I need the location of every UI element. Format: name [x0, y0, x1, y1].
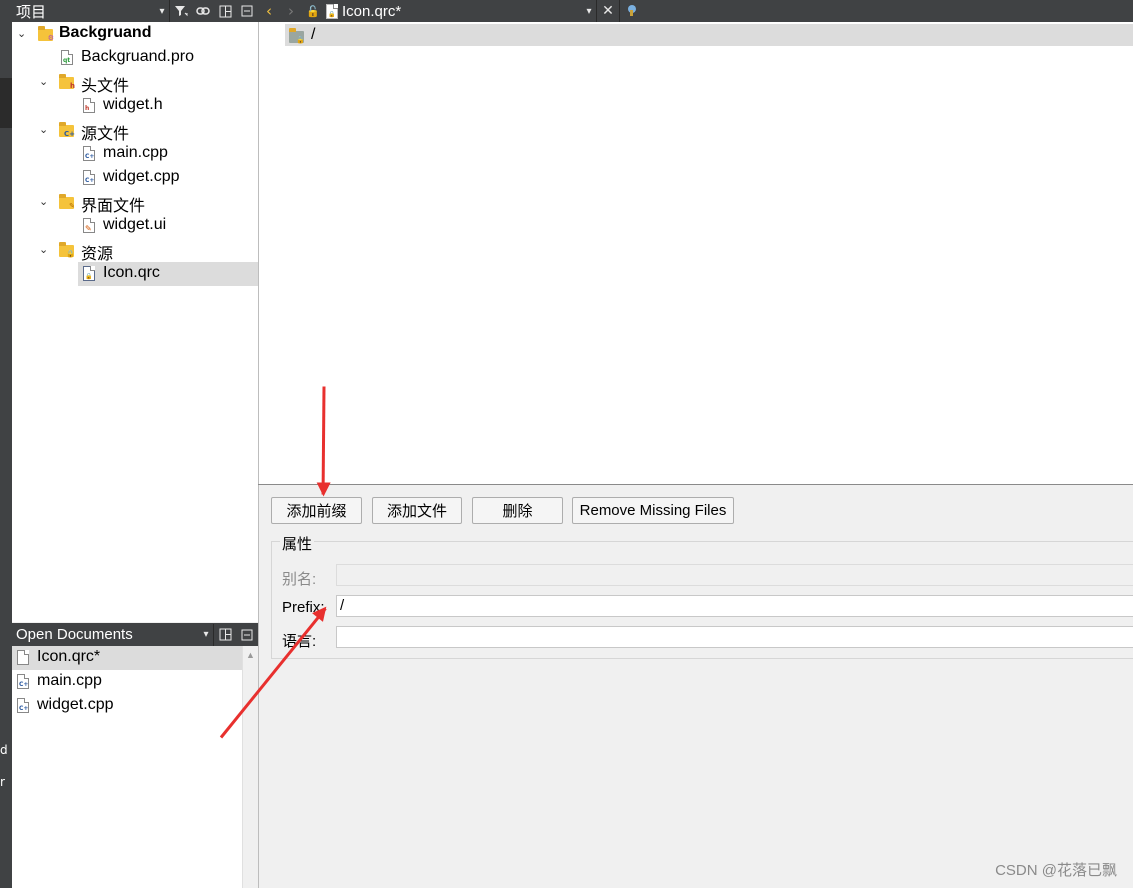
- tree-item-file[interactable]: C+ widget.cpp: [12, 166, 258, 190]
- open-document-item[interactable]: C+ widget.cpp: [12, 694, 242, 718]
- open-document-item[interactable]: Icon.qrc*: [12, 646, 242, 670]
- resource-editor-controls: 添加前缀 添加文件 删除 Remove Missing Files 属性 别名:…: [258, 485, 1133, 888]
- alias-label: 别名:: [282, 571, 317, 588]
- header-file-icon: h: [83, 98, 95, 113]
- tree-item-label: 界面文件: [81, 198, 146, 215]
- tree-item-forms-folder[interactable]: ⌄ ✎ 界面文件: [12, 190, 258, 215]
- close-panel-icon[interactable]: [236, 624, 258, 646]
- open-document-item[interactable]: C+ main.cpp: [12, 670, 242, 694]
- link-icon[interactable]: [192, 0, 214, 22]
- cpp-file-icon: C+: [17, 698, 29, 713]
- close-panel-icon[interactable]: [236, 0, 258, 22]
- add-prefix-button[interactable]: 添加前缀: [271, 497, 362, 524]
- alias-field[interactable]: [336, 564, 1133, 586]
- folder-icon: C+: [59, 122, 75, 138]
- tree-item-resources-folder[interactable]: ⌄ 🔒 资源: [12, 238, 258, 263]
- tree-item-label: Backgruand.pro: [81, 48, 194, 65]
- mode-selector-highlight[interactable]: [0, 78, 12, 128]
- tree-item-file[interactable]: ✎ widget.ui: [12, 214, 258, 238]
- tree-item-label: Backgruand: [59, 24, 152, 41]
- add-files-button[interactable]: 添加文件: [372, 497, 462, 524]
- chevron-down-icon[interactable]: ⌄: [39, 123, 48, 136]
- tree-item-label: widget.cpp: [103, 168, 180, 185]
- prefix-icon: 🔒: [289, 28, 305, 44]
- chevron-down-icon[interactable]: ⌄: [39, 243, 48, 256]
- project-panel-header: 项目 ▾: [12, 0, 258, 22]
- tree-item-file[interactable]: C+ main.cpp: [12, 142, 258, 166]
- open-document-label: main.cpp: [37, 672, 102, 689]
- cpp-file-icon: C+: [17, 674, 29, 689]
- resource-prefix-label: /: [311, 26, 316, 43]
- properties-group: 属性 别名: Prefix: / 语言:: [271, 533, 1133, 659]
- ui-file-icon: ✎: [83, 218, 95, 233]
- editor-file-name[interactable]: Icon.qrc*: [342, 3, 582, 20]
- open-document-label: Icon.qrc*: [37, 648, 101, 665]
- tree-item-label: 源文件: [81, 126, 130, 143]
- tree-item-project[interactable]: ⌄ ⚙ Backgruand: [12, 22, 258, 46]
- project-tree: ⌄ ⚙ Backgruand qt Backgruand.pro ⌄ h 头文件…: [12, 22, 258, 622]
- panel-dropdown-icon[interactable]: ▾: [155, 0, 169, 22]
- delete-button[interactable]: 删除: [472, 497, 563, 524]
- tree-item-label: Icon.qrc: [103, 264, 160, 281]
- folder-icon: ✎: [59, 194, 75, 210]
- project-folder-icon: ⚙: [38, 26, 54, 42]
- scroll-up-icon[interactable]: ▲: [246, 650, 255, 660]
- resource-prefix-item[interactable]: 🔒 /: [285, 24, 1133, 46]
- split-icon[interactable]: [214, 624, 236, 646]
- tree-item-label: 资源: [81, 246, 114, 263]
- open-documents-header: Open Documents ▾: [12, 623, 258, 646]
- properties-legend: 属性: [280, 533, 315, 554]
- watermark: CSDN @花落已飘: [995, 862, 1117, 879]
- folder-icon: h: [59, 74, 75, 90]
- locator-icon[interactable]: [620, 0, 642, 22]
- resource-tree: 🔒 /: [258, 22, 1133, 484]
- open-documents-title: Open Documents: [16, 626, 133, 643]
- tree-item-label: widget.h: [103, 96, 163, 113]
- editor-toolbar: ‹ › 🔓 🔒 Icon.qrc* ▾ ✕: [258, 0, 1133, 22]
- cpp-file-icon: C+: [83, 170, 95, 185]
- split-icon[interactable]: [214, 0, 236, 22]
- filter-icon[interactable]: [170, 0, 192, 22]
- panel-dropdown-icon[interactable]: ▾: [199, 624, 213, 646]
- chevron-down-icon[interactable]: ⌄: [39, 195, 48, 208]
- tree-item-sources-folder[interactable]: ⌄ C+ 源文件: [12, 118, 258, 143]
- pro-file-icon: qt: [61, 50, 73, 65]
- tree-item-headers-folder[interactable]: ⌄ h 头文件: [12, 70, 258, 95]
- folder-icon: 🔒: [59, 242, 75, 258]
- open-documents-scrollbar[interactable]: ▲: [242, 646, 258, 888]
- document-file-icon: [17, 650, 29, 665]
- tree-item-label: main.cpp: [103, 144, 168, 161]
- strip-glyph: r: [0, 775, 5, 789]
- language-field[interactable]: [336, 626, 1133, 648]
- tree-item-file-selected[interactable]: 🔒 Icon.qrc: [78, 262, 258, 286]
- qrc-file-icon: 🔒: [326, 3, 338, 19]
- close-icon[interactable]: ✕: [597, 0, 619, 22]
- open-document-label: widget.cpp: [37, 696, 114, 713]
- chevron-down-icon[interactable]: ⌄: [39, 75, 48, 88]
- qrc-file-icon: 🔒: [83, 266, 95, 281]
- remove-missing-files-button[interactable]: Remove Missing Files: [572, 497, 734, 524]
- chevron-down-icon[interactable]: ⌄: [17, 27, 26, 40]
- forward-arrow-icon[interactable]: ›: [280, 2, 302, 20]
- project-panel-title: 项目: [16, 3, 47, 21]
- open-documents-list: Icon.qrc* C+ main.cpp C+ widget.cpp: [12, 646, 242, 888]
- prefix-field[interactable]: /: [336, 595, 1133, 617]
- tree-item-label: widget.ui: [103, 216, 167, 233]
- tree-item-label: 头文件: [81, 78, 130, 95]
- tree-item-file[interactable]: h widget.h: [12, 94, 258, 118]
- cpp-file-icon: C+: [83, 146, 95, 161]
- left-mode-strip: d r: [0, 0, 12, 888]
- back-arrow-icon[interactable]: ‹: [258, 2, 280, 20]
- file-dropdown-icon[interactable]: ▾: [582, 0, 596, 22]
- tree-item-pro-file[interactable]: qt Backgruand.pro: [12, 46, 258, 70]
- lock-icon[interactable]: 🔓: [302, 5, 324, 18]
- strip-glyph: d: [0, 743, 8, 757]
